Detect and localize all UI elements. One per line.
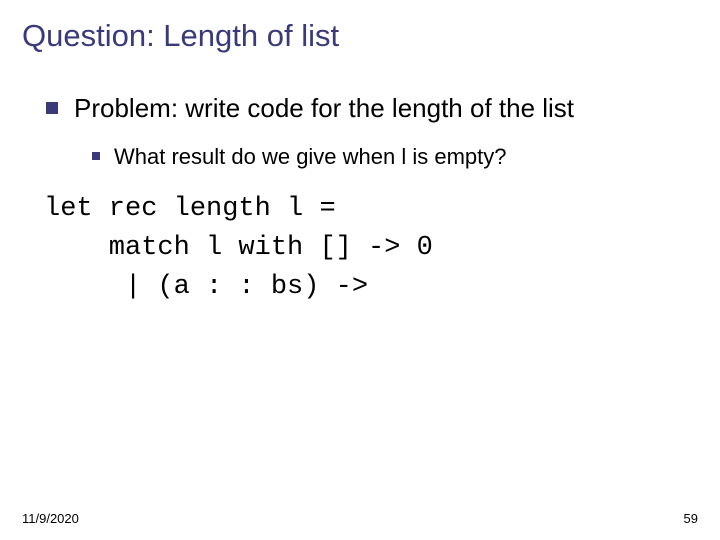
code-line-2: match l with [] -> 0 <box>44 229 698 268</box>
square-bullet-icon <box>92 152 100 160</box>
slide-title: Question: Length of list <box>22 18 698 54</box>
bullet-level-1-text: Problem: write code for the length of th… <box>74 92 574 125</box>
footer-page-number: 59 <box>684 511 698 526</box>
code-line-1: let rec length l = <box>44 190 698 229</box>
code-line-3: | (a : : bs) -> <box>44 268 698 307</box>
bullet-level-2-text: What result do we give when l is empty? <box>114 143 507 171</box>
slide-container: Question: Length of list Problem: write … <box>0 0 720 540</box>
footer-date: 11/9/2020 <box>22 511 79 526</box>
bullet-level-1: Problem: write code for the length of th… <box>46 92 698 125</box>
bullet-level-2: What result do we give when l is empty? <box>92 143 698 171</box>
code-block: let rec length l = match l with [] -> 0 … <box>44 190 698 307</box>
square-bullet-icon <box>46 102 58 114</box>
slide-footer: 11/9/2020 59 <box>22 511 698 526</box>
